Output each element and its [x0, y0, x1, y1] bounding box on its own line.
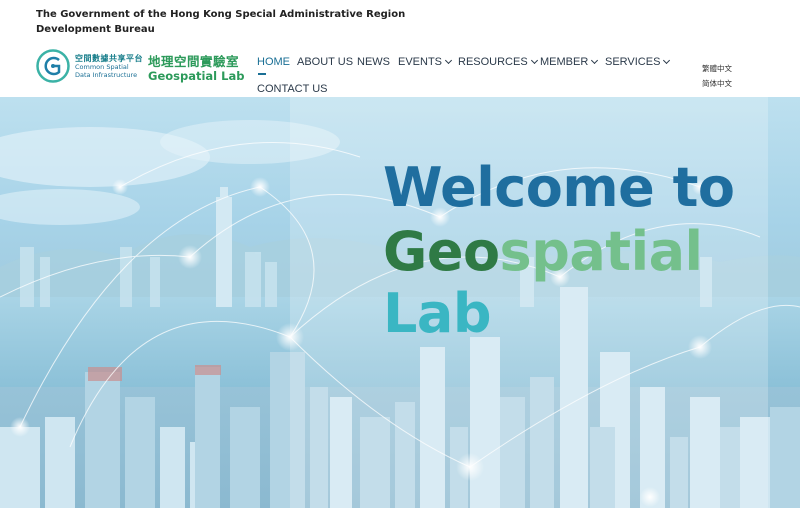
bureau-title: Development Bureau: [36, 24, 155, 35]
hero-title-geo: Geo: [383, 220, 500, 283]
chevron-down-icon: [530, 56, 538, 65]
page: The Government of the Hong Kong Special …: [0, 0, 800, 508]
geospatial-lab-logo[interactable]: 地理空間實驗室 Geospatial Lab: [148, 54, 245, 83]
chevron-down-icon: [444, 56, 453, 65]
hero-title-line-3: Lab: [383, 282, 492, 345]
nav-home[interactable]: HOME: [257, 56, 290, 68]
hero-title-line-2: Geospatial: [383, 225, 703, 279]
csdi-logo-icon: [36, 49, 70, 83]
nav-news-label: NEWS: [357, 56, 390, 68]
government-title: The Government of the Hong Kong Special …: [36, 9, 406, 20]
nav-services[interactable]: SERVICES: [605, 56, 671, 68]
nav-events-label: EVENTS: [398, 56, 443, 68]
nav-contact-us[interactable]: CONTACT US: [257, 83, 328, 95]
nav-about-us-label: ABOUT US: [297, 56, 354, 68]
hero-title-spatial: spatial: [499, 220, 704, 283]
nav-resources[interactable]: RESOURCES: [458, 56, 538, 68]
nav-news[interactable]: NEWS: [357, 56, 390, 68]
hero-title-line-1: Welcome to: [383, 156, 735, 219]
nav-resources-label: RESOURCES: [458, 56, 528, 68]
lang-traditional-chinese[interactable]: 繁體中文: [702, 63, 732, 74]
nav-member[interactable]: MEMBER: [540, 56, 599, 68]
lang-simplified-chinese[interactable]: 简体中文: [702, 78, 732, 89]
csdi-logo-english-2: Data Infrastructure: [75, 70, 138, 79]
csdi-logo[interactable]: 空間數據共享平台 Common Spatial Data Infrastruct…: [35, 48, 143, 84]
nav-contact-us-label: CONTACT US: [257, 83, 328, 95]
nav-events[interactable]: EVENTS: [398, 56, 453, 68]
chevron-down-icon: [663, 56, 671, 65]
chevron-down-icon: [591, 56, 599, 65]
nav-active-indicator: [258, 73, 266, 75]
hero-banner: Welcome to Geospatial Lab: [0, 97, 800, 508]
nav-member-label: MEMBER: [540, 56, 589, 68]
nav-about-us[interactable]: ABOUT US: [297, 56, 353, 68]
lab-logo-english: Geospatial Lab: [148, 68, 245, 83]
site-header: The Government of the Hong Kong Special …: [0, 0, 800, 97]
nav-home-label: HOME: [257, 56, 290, 68]
lab-logo-chinese: 地理空間實驗室: [148, 54, 240, 69]
nav-services-label: SERVICES: [605, 56, 661, 68]
